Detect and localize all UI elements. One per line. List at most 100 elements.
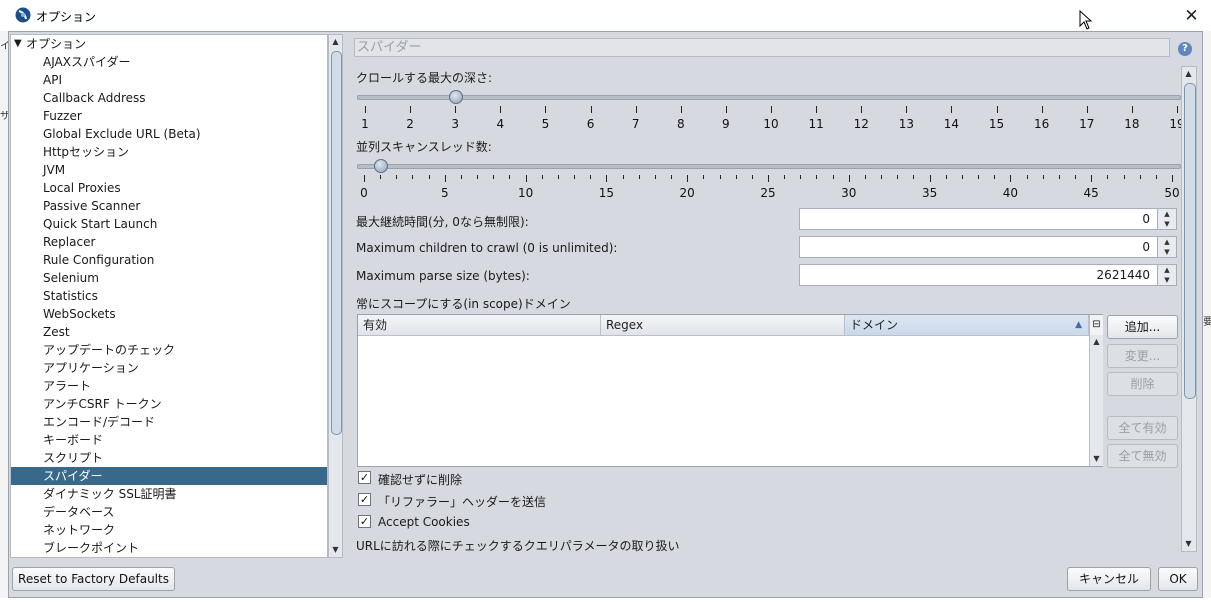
spin-down-icon[interactable]: ▼ xyxy=(1158,219,1176,229)
tree-item[interactable]: AJAXスパイダー xyxy=(11,53,327,71)
major-tick xyxy=(444,175,446,182)
major-tick xyxy=(410,106,412,113)
disable-all-button[interactable]: 全て無効 xyxy=(1107,444,1178,468)
tick-label: 25 xyxy=(760,186,776,200)
tick-label: 15 xyxy=(988,117,1005,131)
spin-up-icon[interactable]: ▲ xyxy=(1158,237,1176,247)
tick-label: 8 xyxy=(676,117,685,131)
scroll-down-icon[interactable]: ▼ xyxy=(1090,452,1103,466)
help-icon[interactable]: ? xyxy=(1178,42,1192,56)
tree-item[interactable]: アップデートのチェック xyxy=(11,341,327,359)
expand-triangle-icon[interactable]: ▼ xyxy=(14,35,22,53)
tree-item[interactable]: Zest xyxy=(11,323,327,341)
tree-item[interactable]: Passive Scanner xyxy=(11,197,327,215)
tree-item[interactable]: Statistics xyxy=(11,287,327,305)
children-value[interactable]: 0 xyxy=(1142,240,1150,254)
tree-scroll-thumb[interactable] xyxy=(331,51,342,435)
edit-button[interactable]: 変更... xyxy=(1107,344,1178,368)
minor-tick xyxy=(1107,175,1109,179)
tree-scrollbar[interactable]: ▲ ▼ xyxy=(328,34,343,558)
tick-label: 0 xyxy=(360,186,368,200)
tree-item[interactable]: スパイダー xyxy=(11,467,327,485)
duration-spinner[interactable]: 0 ▲ ▼ xyxy=(799,208,1177,230)
tree-item[interactable]: Global Exclude URL (Beta) xyxy=(11,125,327,143)
close-button[interactable]: ✕ xyxy=(1172,0,1211,31)
parse-size-value[interactable]: 2621440 xyxy=(1097,268,1150,282)
tree-item[interactable]: スクリプト xyxy=(11,449,327,467)
minor-tick xyxy=(412,175,414,179)
major-tick xyxy=(1091,175,1093,182)
tick-label: 13 xyxy=(898,117,914,131)
ok-button[interactable]: OK xyxy=(1158,567,1198,591)
tree-item[interactable]: Replacer xyxy=(11,233,327,251)
spin-up-icon[interactable]: ▲ xyxy=(1158,209,1176,219)
scroll-down-icon[interactable]: ▼ xyxy=(1182,537,1195,551)
minor-tick xyxy=(832,175,834,179)
major-tick xyxy=(1131,106,1133,113)
tree-item[interactable]: JVM xyxy=(11,161,327,179)
tree-item[interactable]: Httpセッション xyxy=(11,143,327,161)
tick-label: 35 xyxy=(921,186,938,200)
minor-tick xyxy=(509,175,511,179)
tree-item[interactable]: Local Proxies xyxy=(11,179,327,197)
remove-button[interactable]: 削除 xyxy=(1107,372,1178,396)
tree-item[interactable]: アラート xyxy=(11,377,327,395)
tree-item[interactable]: ダイナミック SSL証明書 xyxy=(11,485,327,503)
tree-item[interactable]: WebSockets xyxy=(11,305,327,323)
scroll-up-icon[interactable]: ▲ xyxy=(1182,67,1195,81)
tree-item[interactable]: キーボード xyxy=(11,431,327,449)
tick-label: 2 xyxy=(406,117,414,131)
tree-item[interactable]: ブレークポイント xyxy=(11,539,327,557)
minor-tick xyxy=(703,175,705,179)
background-text: 要 xyxy=(1203,317,1211,328)
checkbox-check-icon[interactable]: ✓ xyxy=(358,515,371,528)
threads-slider[interactable]: 0 5 10 15 20 25 30 35 40 45 50 xyxy=(357,157,1181,203)
tree-item[interactable]: アンチCSRF トークン xyxy=(11,395,327,413)
content-scrollbar[interactable]: ▲ ▼ xyxy=(1181,66,1197,552)
tree-item[interactable]: Selenium xyxy=(11,269,327,287)
scroll-up-icon[interactable]: ▲ xyxy=(329,35,342,49)
tree-item[interactable]: アプリケーション xyxy=(11,359,327,377)
children-spinner[interactable]: 0 ▲ ▼ xyxy=(799,236,1177,258)
tree-item[interactable]: Rule Configuration xyxy=(11,251,327,269)
minor-tick xyxy=(751,175,753,179)
spin-down-icon[interactable]: ▼ xyxy=(1158,275,1176,285)
checkbox-check-icon[interactable]: ✓ xyxy=(358,471,371,484)
scroll-down-icon[interactable]: ▼ xyxy=(329,543,342,557)
reset-defaults-button[interactable]: Reset to Factory Defaults xyxy=(12,567,175,591)
tree-item-label: Global Exclude URL (Beta) xyxy=(43,127,201,141)
spin-up-icon[interactable]: ▲ xyxy=(1158,265,1176,275)
major-tick xyxy=(771,106,772,113)
tree-item[interactable]: エンコード/デコード xyxy=(11,413,327,431)
tree-item-label: WebSockets xyxy=(43,307,116,321)
table-scrollbar[interactable]: ▲ ▼ xyxy=(1089,335,1103,466)
depth-slider[interactable]: 1 2 3 4 5 6 7 8 9 10 11 12 13 14 15 16 17 18 19 xyxy=(357,88,1185,134)
tree-root[interactable]: ▼ オプション xyxy=(11,35,327,53)
column-header-domain[interactable]: ドメイン ▲ xyxy=(845,315,1089,336)
tree-item[interactable]: Fuzzer xyxy=(11,107,327,125)
add-button[interactable]: 追加... xyxy=(1107,315,1178,339)
tree-item[interactable]: データベース xyxy=(11,503,327,521)
tick-label: 4 xyxy=(496,117,505,131)
parse-size-spinner[interactable]: 2621440 ▲ ▼ xyxy=(799,264,1177,286)
options-tree[interactable]: ▼ オプション AJAXスパイダー API Callback Address Fuzz… xyxy=(10,34,328,558)
content-scroll-thumb[interactable] xyxy=(1184,83,1196,399)
cancel-button[interactable]: キャンセル xyxy=(1067,567,1151,591)
checkbox-check-icon[interactable]: ✓ xyxy=(358,493,371,506)
tick-label: 10 xyxy=(763,117,779,131)
column-control-icon[interactable]: ⊟ xyxy=(1089,315,1103,335)
spin-down-icon[interactable]: ▼ xyxy=(1158,247,1176,257)
major-tick xyxy=(929,175,931,182)
tree-item[interactable]: API xyxy=(11,71,327,89)
tree-item[interactable]: Quick Start Launch xyxy=(11,215,327,233)
enable-all-button[interactable]: 全て有効 xyxy=(1107,416,1178,440)
background-text: ザ xyxy=(0,111,8,122)
tree-item[interactable]: ネットワーク xyxy=(11,521,327,539)
tree-item[interactable]: Callback Address xyxy=(11,89,327,107)
column-header-enabled[interactable]: 有効 xyxy=(358,315,601,336)
scroll-up-icon[interactable]: ▲ xyxy=(1090,335,1103,349)
background-text: イ xyxy=(0,41,8,52)
duration-value[interactable]: 0 xyxy=(1142,212,1150,226)
scope-table[interactable]: 有効 Regex ドメイン ▲ xyxy=(357,314,1103,467)
column-header-regex[interactable]: Regex xyxy=(601,315,845,336)
